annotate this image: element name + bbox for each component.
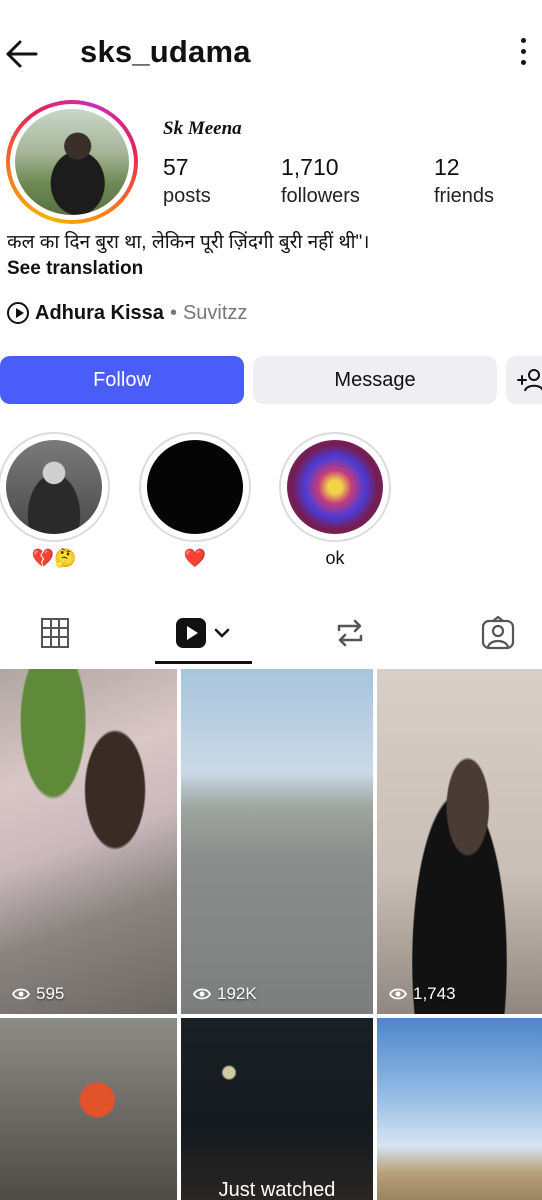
bio-text: कल का दिन बुरा था, लेकिन पूरी ज़िंदगी बु… bbox=[7, 232, 370, 253]
stat-friends[interactable]: 12 friends bbox=[434, 154, 494, 208]
see-translation-link[interactable]: See translation bbox=[7, 258, 143, 280]
play-circle-icon bbox=[7, 302, 29, 324]
reel-thumbnail[interactable]: 192K bbox=[181, 669, 373, 1014]
view-count: 1,743 bbox=[389, 984, 456, 1004]
top-bar: sks_udama bbox=[0, 0, 542, 106]
view-count-value: 1,743 bbox=[413, 984, 456, 1003]
message-button[interactable]: Message bbox=[253, 356, 497, 404]
views-eye-icon bbox=[193, 988, 211, 1000]
tab-reposts[interactable] bbox=[300, 600, 400, 666]
views-eye-icon bbox=[389, 988, 407, 1000]
add-user-button[interactable] bbox=[506, 356, 542, 404]
grid-icon bbox=[41, 618, 69, 648]
story-highlight[interactable]: ❤️ bbox=[139, 432, 251, 570]
reel-thumbnail[interactable]: 595 bbox=[0, 669, 177, 1014]
just-watched-label: Just watched bbox=[218, 1179, 336, 1200]
back-arrow-icon[interactable] bbox=[2, 34, 42, 74]
follow-button[interactable]: Follow bbox=[0, 356, 244, 404]
more-options-icon[interactable] bbox=[512, 38, 534, 72]
tagged-icon bbox=[481, 616, 515, 650]
stat-label: posts bbox=[163, 185, 211, 207]
view-count: 192K bbox=[193, 984, 257, 1004]
story-highlight[interactable]: 💔🤔 bbox=[0, 432, 110, 570]
highlight-cover bbox=[287, 440, 383, 534]
profile-tabs bbox=[0, 600, 542, 666]
reel-thumbnail[interactable] bbox=[0, 1018, 177, 1200]
active-tab-indicator bbox=[155, 661, 252, 664]
avatar[interactable] bbox=[6, 100, 138, 224]
stat-value: 1,710 bbox=[281, 154, 339, 180]
highlight-cover bbox=[147, 440, 243, 534]
story-highlight[interactable]: ok bbox=[279, 432, 391, 570]
highlight-label: 💔🤔 bbox=[31, 548, 77, 568]
reels-icon bbox=[175, 618, 229, 648]
highlight-label: ok bbox=[325, 548, 345, 568]
add-person-icon bbox=[517, 369, 542, 392]
highlight-cover bbox=[6, 440, 102, 534]
profile-username: sks_udama bbox=[80, 34, 251, 69]
music-separator: • bbox=[169, 301, 177, 324]
stat-followers[interactable]: 1,710 followers bbox=[281, 154, 360, 208]
stat-value: 12 bbox=[434, 154, 460, 180]
view-count: 595 bbox=[12, 984, 64, 1004]
stat-label: friends bbox=[434, 185, 495, 207]
stat-value: 57 bbox=[163, 154, 189, 180]
reels-grid: 595 192K 1,743 Just watched bbox=[0, 669, 542, 1200]
tab-tagged[interactable] bbox=[448, 600, 542, 666]
stat-label: followers bbox=[281, 185, 360, 207]
reel-thumbnail[interactable]: Just watched bbox=[181, 1018, 373, 1200]
views-eye-icon bbox=[12, 988, 30, 1000]
view-count-value: 595 bbox=[36, 984, 65, 1003]
tab-grid[interactable] bbox=[0, 600, 110, 666]
avatar-image bbox=[15, 109, 129, 215]
tab-reels[interactable] bbox=[155, 600, 252, 666]
music-song: Adhura Kissa bbox=[35, 301, 164, 324]
reel-thumbnail[interactable] bbox=[377, 1018, 542, 1200]
stat-posts[interactable]: 57 posts bbox=[163, 154, 211, 208]
music-artist: Suvitzz bbox=[182, 301, 248, 324]
reel-thumbnail[interactable]: 1,743 bbox=[377, 669, 542, 1014]
view-count-value: 192K bbox=[217, 984, 257, 1003]
display-name: Sk Meena bbox=[163, 118, 242, 139]
music-link[interactable]: Adhura Kissa • Suvitzz bbox=[7, 300, 247, 326]
highlight-label: ❤️ bbox=[183, 548, 207, 568]
repost-icon bbox=[337, 619, 363, 647]
